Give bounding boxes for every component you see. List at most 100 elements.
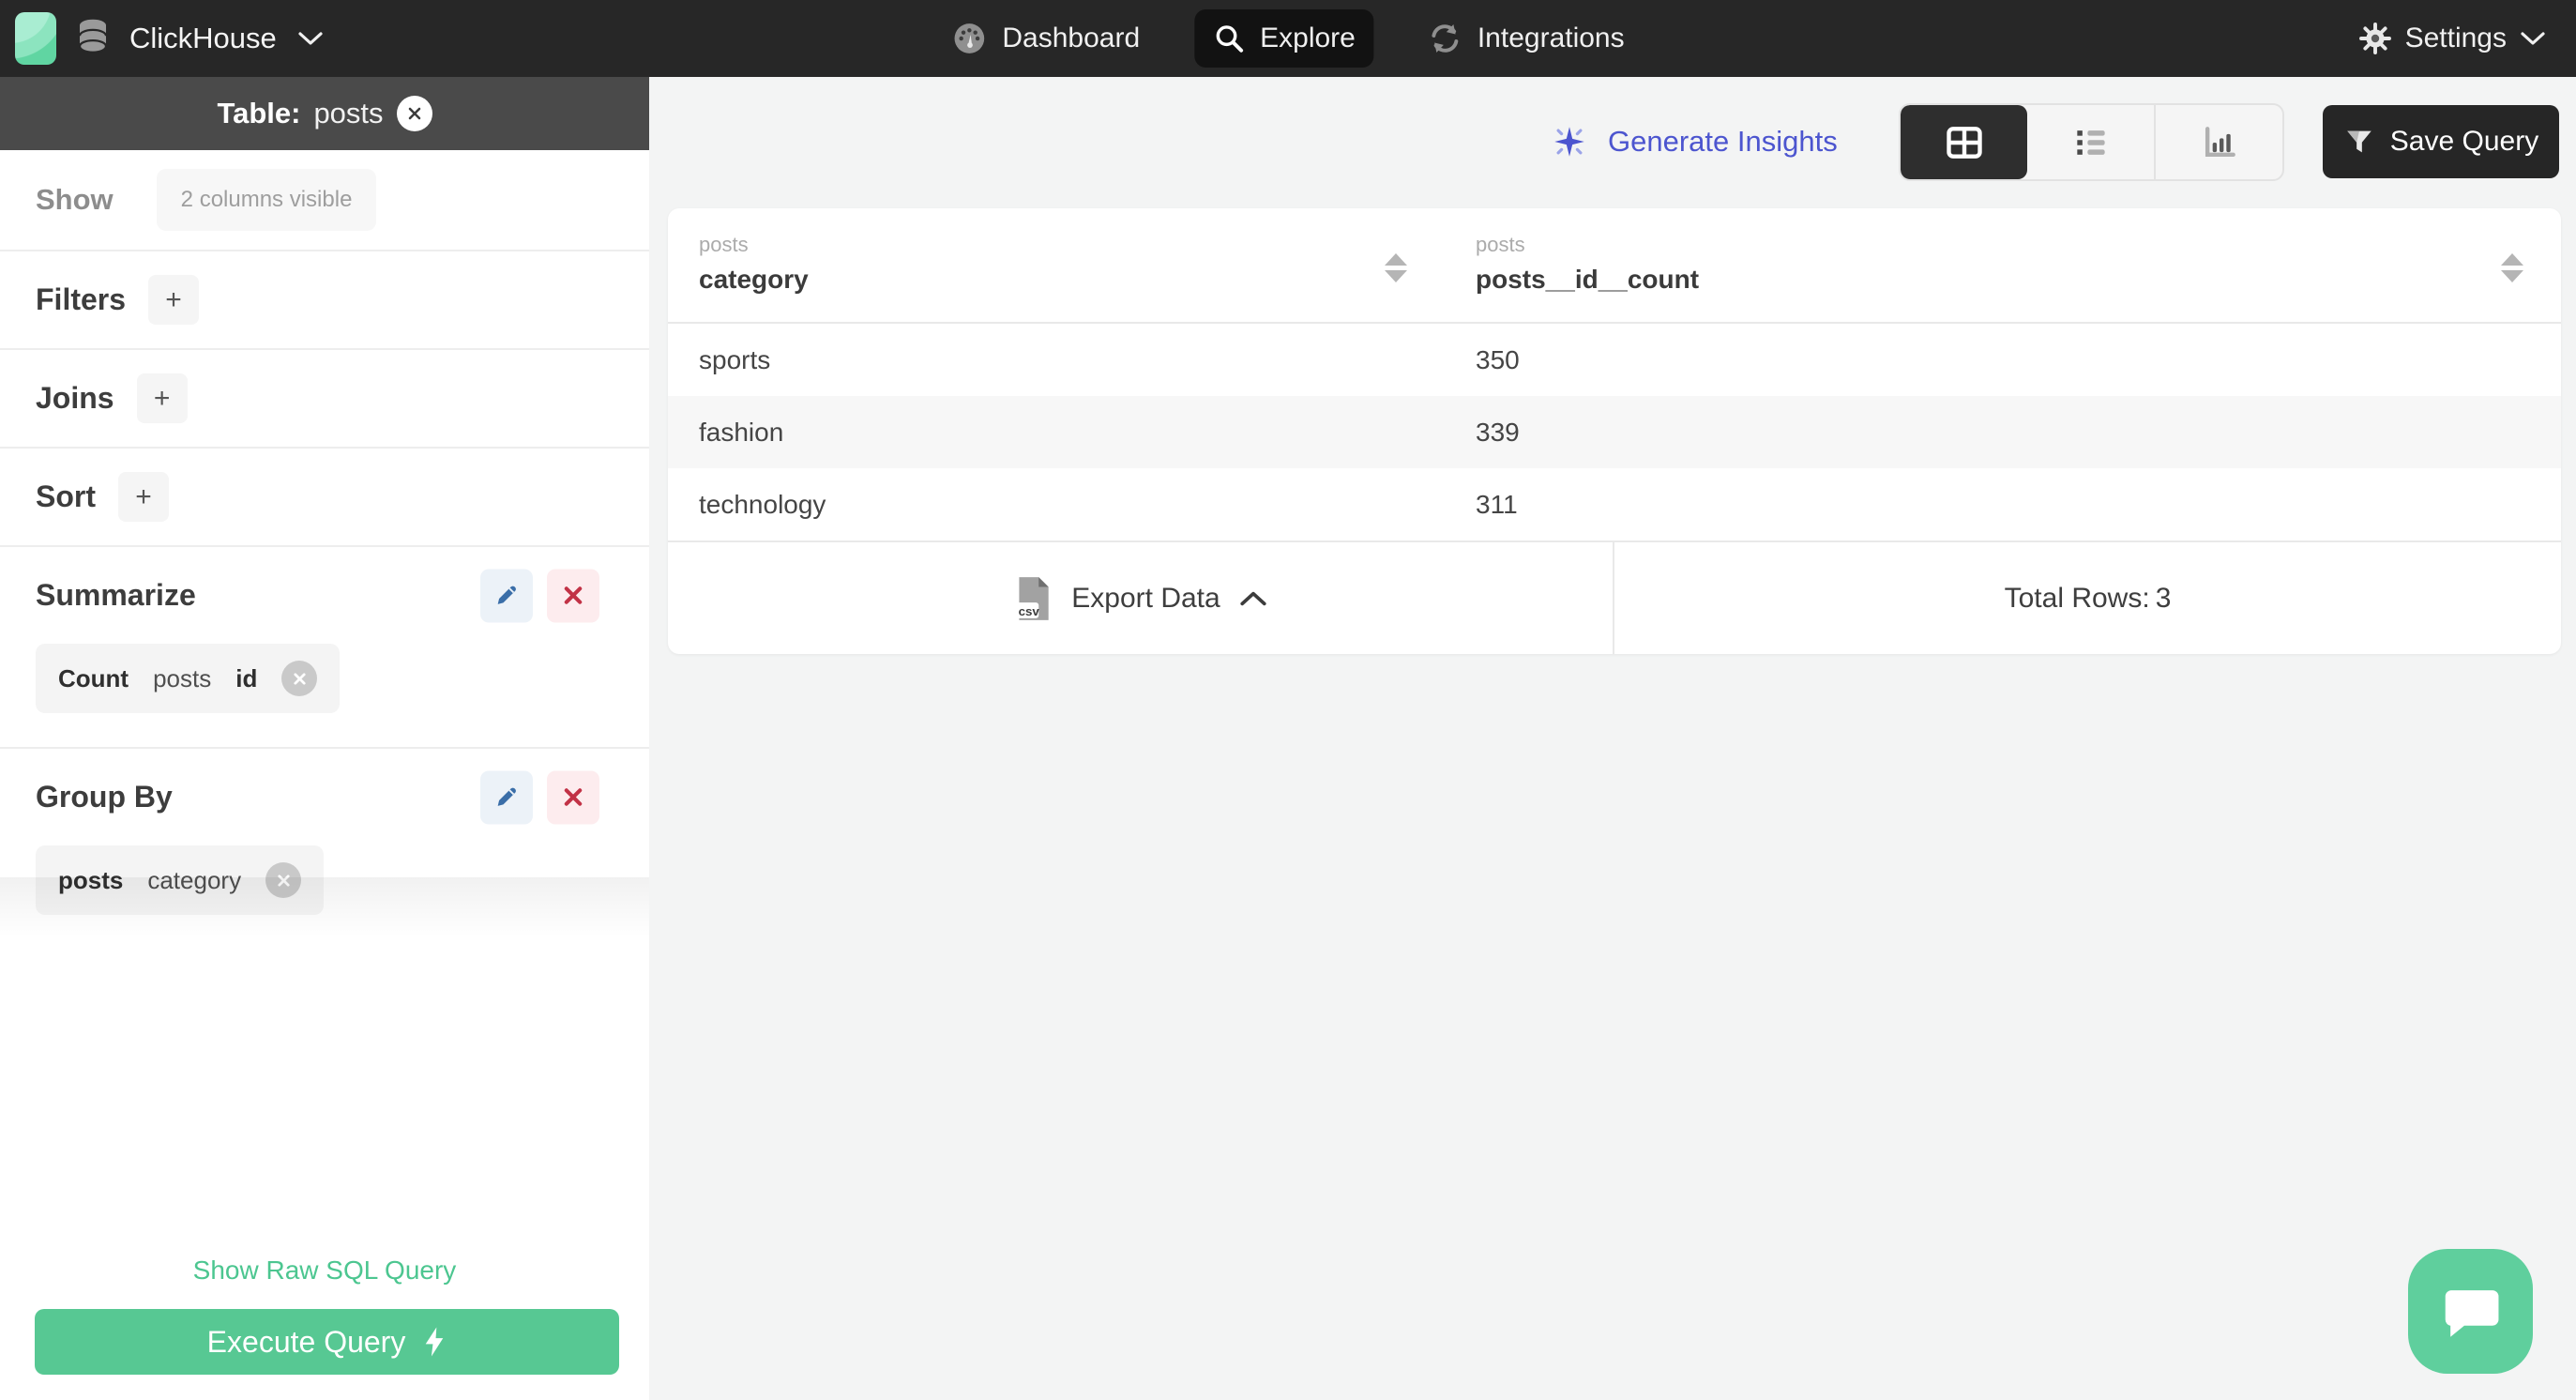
csv-file-icon: csv (1016, 576, 1049, 620)
sort-desc-icon (2501, 270, 2523, 282)
add-sort-button[interactable]: + (118, 472, 169, 522)
delete-summarize-button[interactable] (547, 569, 599, 622)
sort-desc-icon (1385, 270, 1407, 282)
nav-item-explore[interactable]: Explore (1194, 9, 1374, 68)
view-toggle-group (1899, 103, 2284, 181)
edit-group-by-button[interactable] (480, 770, 533, 824)
remove-group-by-chip-button[interactable] (265, 862, 302, 898)
edit-summarize-button[interactable] (480, 569, 533, 622)
dashboard-gauge-icon (954, 23, 985, 53)
nav-label-integrations: Integrations (1477, 23, 1625, 53)
results-table-card: posts category posts posts__id__count sp… (668, 208, 2561, 654)
chip-table: posts (153, 663, 212, 692)
top-navbar: ClickHouse Dashboard Explore Integration… (0, 0, 2576, 77)
save-query-button[interactable]: Save Query (2323, 105, 2559, 178)
joins-section: Joins + (0, 350, 649, 447)
chevron-up-icon (1240, 591, 1266, 605)
brand-zone[interactable]: ClickHouse (0, 12, 324, 65)
add-join-button[interactable]: + (136, 373, 188, 423)
generate-insights-label: Generate Insights (1608, 125, 1838, 158)
column-name: category (699, 265, 809, 294)
close-icon (408, 107, 420, 120)
table-name: posts (313, 97, 384, 129)
app-logo (15, 12, 56, 65)
pencil-icon (497, 586, 516, 604)
generate-insights-button[interactable]: Generate Insights (1550, 122, 1838, 161)
delete-group-by-button[interactable] (547, 770, 599, 824)
svg-text:csv: csv (1019, 603, 1040, 617)
table-row[interactable]: fashion 339 (668, 396, 2561, 468)
chat-widget-button[interactable] (2408, 1249, 2533, 1374)
database-icon (78, 19, 108, 53)
list-view-icon (2076, 129, 2105, 155)
cell-count: 311 (1476, 489, 1518, 519)
table-view-icon (1946, 126, 1982, 159)
cell-category: fashion (699, 417, 784, 447)
results-table-footer: csv Export Data Total Rows: 3 (668, 540, 2561, 654)
gear-icon (2358, 23, 2391, 54)
sort-label: Sort (36, 479, 96, 513)
x-icon (564, 788, 583, 806)
sparkle-icon (1554, 127, 1584, 157)
refresh-icon (1432, 24, 1459, 53)
add-filter-button[interactable]: + (148, 275, 200, 325)
main-nav: Dashboard Explore Integrations (932, 8, 1643, 69)
view-toggle-chart[interactable] (2154, 105, 2282, 179)
settings-menu[interactable]: Settings (2358, 22, 2546, 55)
settings-label: Settings (2404, 23, 2507, 53)
view-toggle-list[interactable] (2027, 105, 2154, 179)
cell-count: 350 (1476, 344, 1520, 374)
cell-count: 339 (1476, 417, 1520, 447)
sort-asc-icon (1385, 253, 1407, 266)
cell-category: technology (699, 489, 826, 519)
chip-aggregate: Count (58, 663, 129, 692)
table-label: Table: (217, 97, 301, 129)
chevron-down-icon (2521, 32, 2545, 45)
remove-summarize-chip-button[interactable] (281, 661, 318, 696)
chip-column: id (235, 663, 258, 692)
columns-visible-chip[interactable]: 2 columns visible (156, 169, 377, 231)
show-label: Show (36, 183, 114, 216)
column-table-caption: posts (699, 233, 749, 256)
column-name: posts__id__count (1476, 265, 1700, 294)
column-header-category[interactable]: posts category (668, 208, 1445, 322)
joins-label: Joins (36, 381, 114, 415)
export-data-label: Export Data (1071, 582, 1220, 614)
cell-category: sports (699, 344, 771, 374)
pencil-icon (497, 787, 516, 806)
table-header-bar: Table: posts (0, 77, 649, 150)
column-header-posts-id-count[interactable]: posts posts__id__count (1445, 208, 2561, 322)
export-data-button[interactable]: csv Export Data (668, 542, 1614, 654)
execute-query-button[interactable]: Execute Query (35, 1309, 619, 1375)
sort-section: Sort + (0, 449, 649, 545)
chip-column: category (147, 865, 242, 894)
group-by-chip[interactable]: posts category (36, 845, 325, 915)
summarize-section-header: Summarize (0, 547, 649, 644)
nav-item-dashboard[interactable]: Dashboard (932, 8, 1159, 69)
filters-label: Filters (36, 282, 127, 316)
lightning-bolt-icon (426, 1327, 444, 1357)
group-by-section-header: Group By (0, 749, 649, 845)
results-toolbar: Generate Insights Save Query (649, 77, 2576, 208)
total-rows-indicator: Total Rows: 3 (1614, 542, 2561, 654)
total-rows-value: 3 (2155, 582, 2172, 614)
show-raw-sql-link[interactable]: Show Raw SQL Query (0, 1255, 649, 1286)
brand-name: ClickHouse (129, 22, 277, 54)
group-by-label: Group By (36, 780, 173, 814)
remove-table-button[interactable] (396, 96, 432, 131)
table-row[interactable]: technology 311 (668, 468, 2561, 540)
nav-item-integrations[interactable]: Integrations (1410, 8, 1644, 68)
close-icon (277, 874, 290, 887)
sort-toggle-icon[interactable] (2501, 253, 2523, 282)
bar-chart-icon (2205, 126, 2235, 157)
results-table-header: posts category posts posts__id__count (668, 208, 2561, 324)
table-row[interactable]: sports 350 (668, 324, 2561, 396)
total-rows-label: Total Rows: (2004, 582, 2150, 614)
filters-section: Filters + (0, 251, 649, 348)
close-icon (294, 672, 306, 685)
sort-toggle-icon[interactable] (1385, 253, 1407, 282)
query-builder-sidebar: Table: posts Show 2 columns visible Filt… (0, 77, 649, 1400)
summarize-chip[interactable]: Count posts id (36, 644, 341, 713)
view-toggle-table[interactable] (1901, 105, 2027, 179)
search-icon (1216, 25, 1243, 53)
